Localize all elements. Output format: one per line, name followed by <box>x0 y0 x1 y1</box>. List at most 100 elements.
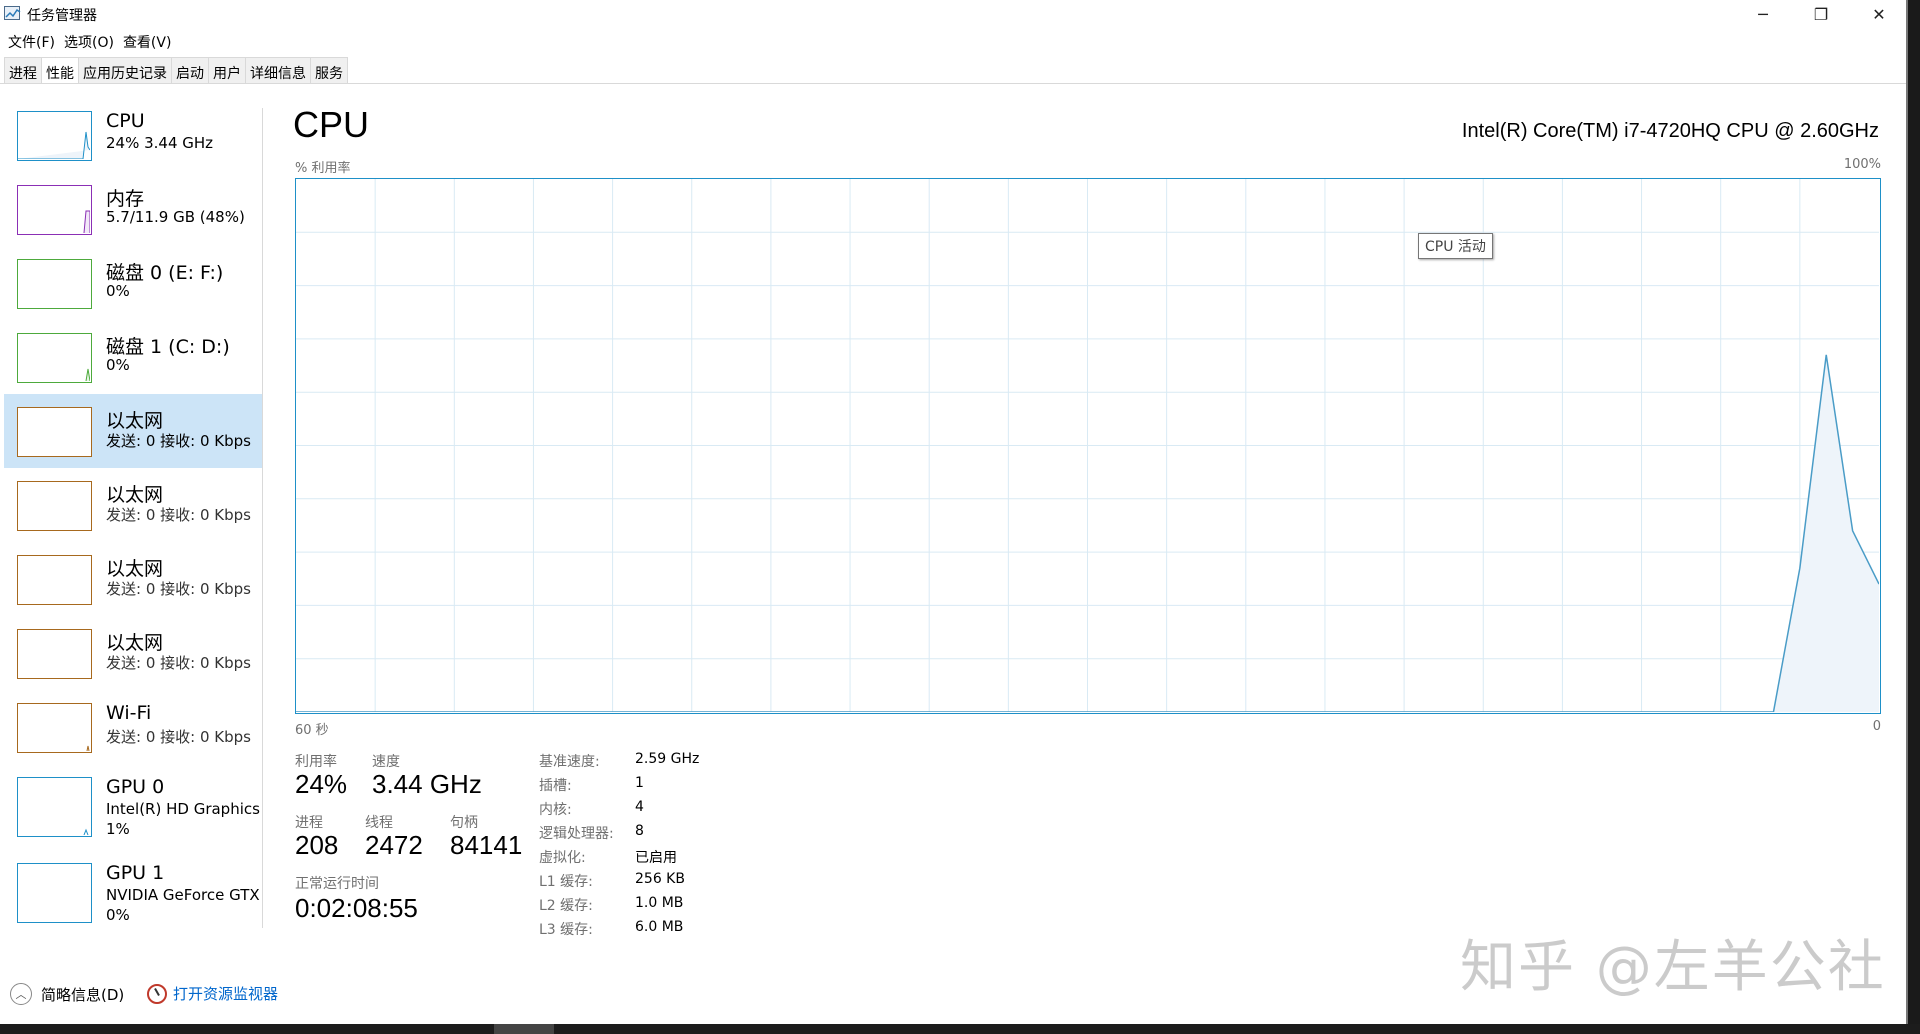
wifi-thumbnail <box>17 703 92 753</box>
processes-label: 进程 <box>295 815 323 831</box>
sidebar-item-ethernet-4[interactable]: 以太网 发送: 0 接收: 0 Kbps <box>4 616 262 690</box>
memory-thumbnail <box>17 185 92 235</box>
tab-app-history[interactable]: 应用历史记录 <box>78 57 172 84</box>
spec-value: 2.59 GHz <box>635 751 700 767</box>
maximize-button[interactable]: ❐ <box>1792 0 1850 28</box>
sidebar-item-name: 以太网 <box>106 484 164 506</box>
sidebar-item-detail: 0% <box>106 282 130 300</box>
sidebar-item-name: 以太网 <box>106 558 164 580</box>
sidebar-item-detail: 发送: 0 接收: 0 Kbps <box>106 728 251 746</box>
spec-label: 基准速度: <box>539 754 600 770</box>
utilization-label: 利用率 <box>295 754 337 770</box>
spec-value: 已启用 <box>635 850 677 866</box>
sidebar-item-ethernet-1[interactable]: 以太网 发送: 0 接收: 0 Kbps <box>4 394 262 468</box>
fewer-details-button[interactable]: ︿ 简略信息(D) <box>10 983 124 1005</box>
spec-value: 6.0 MB <box>635 919 684 935</box>
sidebar-item-detail: 发送: 0 接收: 0 Kbps <box>106 432 251 450</box>
fewer-details-label: 简略信息(D) <box>41 985 125 1004</box>
window-title: 任务管理器 <box>27 8 97 24</box>
taskbar-active-item <box>494 1024 554 1034</box>
sidebar-item-gpu-0[interactable]: GPU 0 Intel(R) HD Graphics 4 1% <box>4 764 262 850</box>
task-manager-icon <box>4 6 21 20</box>
resource-monitor-icon <box>147 983 167 1004</box>
sidebar-item-name: 以太网 <box>106 410 164 432</box>
sidebar-item-disk-1[interactable]: 磁盘 1 (C: D:) 0% <box>4 320 262 394</box>
handles-value: 84141 <box>450 830 523 860</box>
open-resource-monitor-label: 打开资源监视器 <box>173 985 279 1003</box>
sidebar-item-memory[interactable]: 内存 5.7/11.9 GB (48%) <box>4 172 262 246</box>
gpu-0-thumbnail <box>17 777 92 837</box>
chart-y-max-label: 100% <box>1843 157 1881 172</box>
sidebar-item-name: CPU <box>106 110 145 132</box>
sidebar-item-detail: 发送: 0 接收: 0 Kbps <box>106 580 251 598</box>
chart-y-label: % 利用率 <box>295 161 351 176</box>
cpu-utilization-chart[interactable] <box>295 178 1881 714</box>
sidebar-item-detail: 5.7/11.9 GB (48%) <box>106 208 245 226</box>
tab-divider <box>0 83 1906 84</box>
sidebar-item-ethernet-3[interactable]: 以太网 发送: 0 接收: 0 Kbps <box>4 542 262 616</box>
sidebar-item-name: 以太网 <box>106 632 164 654</box>
tab-processes[interactable]: 进程 <box>4 57 42 84</box>
sidebar-item-cpu[interactable]: CPU 24% 3.44 GHz <box>4 98 262 172</box>
spec-value: 4 <box>635 799 644 815</box>
sidebar-item-detail: 24% 3.44 GHz <box>106 134 214 152</box>
ethernet-thumbnail <box>17 481 92 531</box>
chevron-up-icon: ︿ <box>10 983 32 1005</box>
sidebar-item-disk-0[interactable]: 磁盘 0 (E: F:) 0% <box>4 246 262 320</box>
uptime-value: 0:02:08:55 <box>295 893 418 923</box>
chart-canvas <box>296 179 1879 712</box>
cpu-model-name: Intel(R) Core(TM) i7-4720HQ CPU @ 2.60GH… <box>1461 120 1879 142</box>
sidebar-item-wifi[interactable]: Wi-Fi 发送: 0 接收: 0 Kbps <box>4 690 262 764</box>
sidebar-item-name: 磁盘 1 (C: D:) <box>106 336 230 358</box>
gpu-1-thumbnail <box>17 863 92 923</box>
open-resource-monitor-link[interactable]: 打开资源监视器 <box>147 983 278 1004</box>
sidebar-item-gpu-1[interactable]: GPU 1 NVIDIA GeForce GTX 0% <box>4 850 262 936</box>
tab-strip: 进程 性能 应用历史记录 启动 用户 详细信息 服务 <box>4 57 348 84</box>
screen-edge <box>1906 0 1920 1034</box>
processes-value: 208 <box>295 830 339 860</box>
spec-value: 1 <box>635 775 644 791</box>
taskbar <box>0 1024 1920 1034</box>
chart-x-start-label: 60 秒 <box>295 723 329 738</box>
sidebar-item-name: GPU 1 <box>106 862 165 884</box>
tab-details[interactable]: 详细信息 <box>245 57 311 84</box>
menu-view[interactable]: 查看(V) <box>121 28 179 54</box>
sidebar-item-name: 磁盘 0 (E: F:) <box>106 262 224 284</box>
speed-label: 速度 <box>372 754 400 770</box>
resource-sidebar: CPU 24% 3.44 GHz 内存 5.7/11.9 GB (48%) 磁盘… <box>4 98 262 946</box>
sidebar-item-name: GPU 0 <box>106 776 165 798</box>
menu-file[interactable]: 文件(F) <box>6 28 62 54</box>
tab-users[interactable]: 用户 <box>208 57 246 84</box>
close-button[interactable]: ✕ <box>1850 0 1908 28</box>
tab-performance[interactable]: 性能 <box>41 57 79 84</box>
threads-value: 2472 <box>365 830 423 860</box>
sidebar-divider <box>262 108 263 928</box>
sidebar-item-usage: 1% <box>106 820 130 838</box>
uptime-label: 正常运行时间 <box>295 876 379 892</box>
chart-x-end-label: 0 <box>1872 719 1881 734</box>
cpu-thumbnail <box>17 111 92 161</box>
disk-1-thumbnail <box>17 333 92 383</box>
threads-label: 线程 <box>365 815 393 831</box>
utilization-value: 24% <box>295 769 348 799</box>
ethernet-thumbnail <box>17 629 92 679</box>
tab-startup[interactable]: 启动 <box>171 57 209 84</box>
sidebar-item-detail: 发送: 0 接收: 0 Kbps <box>106 506 251 524</box>
tab-services[interactable]: 服务 <box>310 57 348 84</box>
sidebar-item-ethernet-2[interactable]: 以太网 发送: 0 接收: 0 Kbps <box>4 468 262 542</box>
handles-label: 句柄 <box>450 815 478 831</box>
menu-options[interactable]: 选项(O) <box>62 28 121 54</box>
sidebar-item-name: Wi-Fi <box>106 702 152 724</box>
watermark: 知乎 @左羊公社 <box>1460 935 1886 1000</box>
menu-bar: 文件(F) 选项(O) 查看(V) <box>0 28 1906 54</box>
sidebar-item-detail: 发送: 0 接收: 0 Kbps <box>106 654 251 672</box>
spec-label: 虚拟化: <box>539 850 586 866</box>
minimize-button[interactable]: ─ <box>1734 0 1792 28</box>
window-border <box>1906 0 1908 1034</box>
spec-label: L3 缓存: <box>539 922 593 938</box>
sidebar-item-name: 内存 <box>106 188 145 210</box>
spec-label: 插槽: <box>539 778 572 794</box>
ethernet-thumbnail <box>17 555 92 605</box>
ethernet-thumbnail <box>17 407 92 457</box>
spec-label: L2 缓存: <box>539 898 593 914</box>
